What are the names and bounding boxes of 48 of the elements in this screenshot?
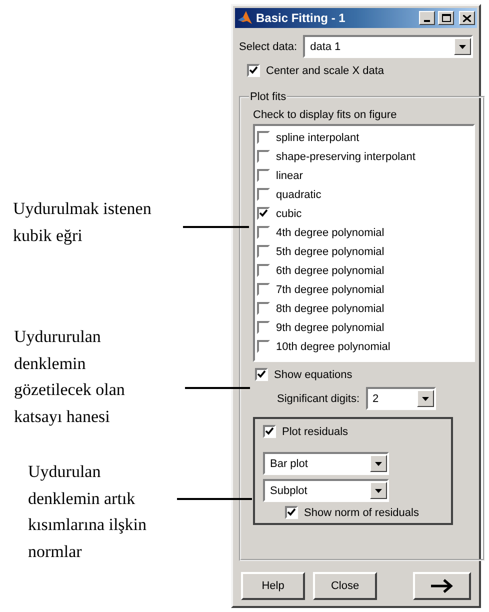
fit-label: 8th degree polynomial	[276, 302, 384, 314]
group-title: Plot fits	[249, 91, 288, 103]
checkbox[interactable]	[247, 64, 260, 77]
next-button[interactable]	[413, 572, 471, 600]
checkbox-label: Show norm of residuals	[304, 506, 419, 518]
annotation-text: Uydururulan denklemin gözetilecek olan katsayı hanesi	[14, 326, 125, 428]
leader-line	[185, 387, 250, 389]
placement-dropdown[interactable]: Subplot	[263, 479, 389, 502]
hint-text: Check to display fits on figure	[253, 109, 398, 121]
annotation-text: Uydurulan denklemin artık kısımlarına ilşkin normlar	[28, 461, 147, 562]
dialog-button[interactable]: Help	[241, 572, 305, 600]
checkbox[interactable]	[255, 368, 268, 381]
fit-label: cubic	[276, 208, 302, 220]
close-icon	[463, 14, 471, 22]
dropdown-arrow-icon	[459, 44, 466, 48]
dialog-button[interactable]: Close	[313, 572, 377, 600]
leader-line	[183, 226, 249, 228]
checkbox[interactable]	[263, 425, 276, 438]
data-dropdown[interactable]: data 1	[303, 35, 473, 58]
digits-dropdown[interactable]: 2	[366, 387, 436, 410]
maximize-button[interactable]	[438, 11, 454, 25]
checkbox-label: Center and scale X data	[266, 64, 384, 76]
fit-label: 10th degree polynomial	[276, 340, 390, 352]
annotation-text: Uydurulmak istenen kubik eğri	[13, 198, 152, 247]
dropdown-arrow-icon	[422, 396, 429, 400]
minimize-button[interactable]	[419, 11, 435, 25]
arrow-icon	[430, 578, 454, 594]
significant-digits-label: Significant digits:	[277, 392, 360, 404]
maximize-icon	[442, 14, 450, 22]
checkbox-label: Show equations	[274, 368, 352, 380]
window-title: Basic Fitting - 1	[256, 11, 346, 25]
dropdown-arrow-icon	[375, 462, 382, 466]
fit-label: 7th degree polynomial	[276, 284, 384, 296]
fit-label: 9th degree polynomial	[276, 322, 384, 334]
matlab-logo-icon	[237, 10, 253, 26]
close-button[interactable]	[459, 11, 475, 25]
dropdown-arrow-icon	[375, 488, 382, 492]
fit-label: quadratic	[276, 188, 322, 200]
checkbox-label: Plot residuals	[282, 426, 348, 438]
plot-type-dropdown[interactable]: Bar plot	[263, 452, 389, 475]
fit-label: 5th degree polynomial	[276, 246, 384, 258]
checkbox[interactable]	[285, 506, 298, 519]
fit-label: linear	[276, 170, 303, 182]
select-data-label: Select data:	[239, 40, 298, 52]
fit-label: shape-preserving interpolant	[276, 150, 416, 162]
fit-label: 4th degree polynomial	[276, 226, 384, 238]
fit-label: 6th degree polynomial	[276, 264, 384, 276]
fit-label: spline interpolant	[276, 132, 360, 144]
